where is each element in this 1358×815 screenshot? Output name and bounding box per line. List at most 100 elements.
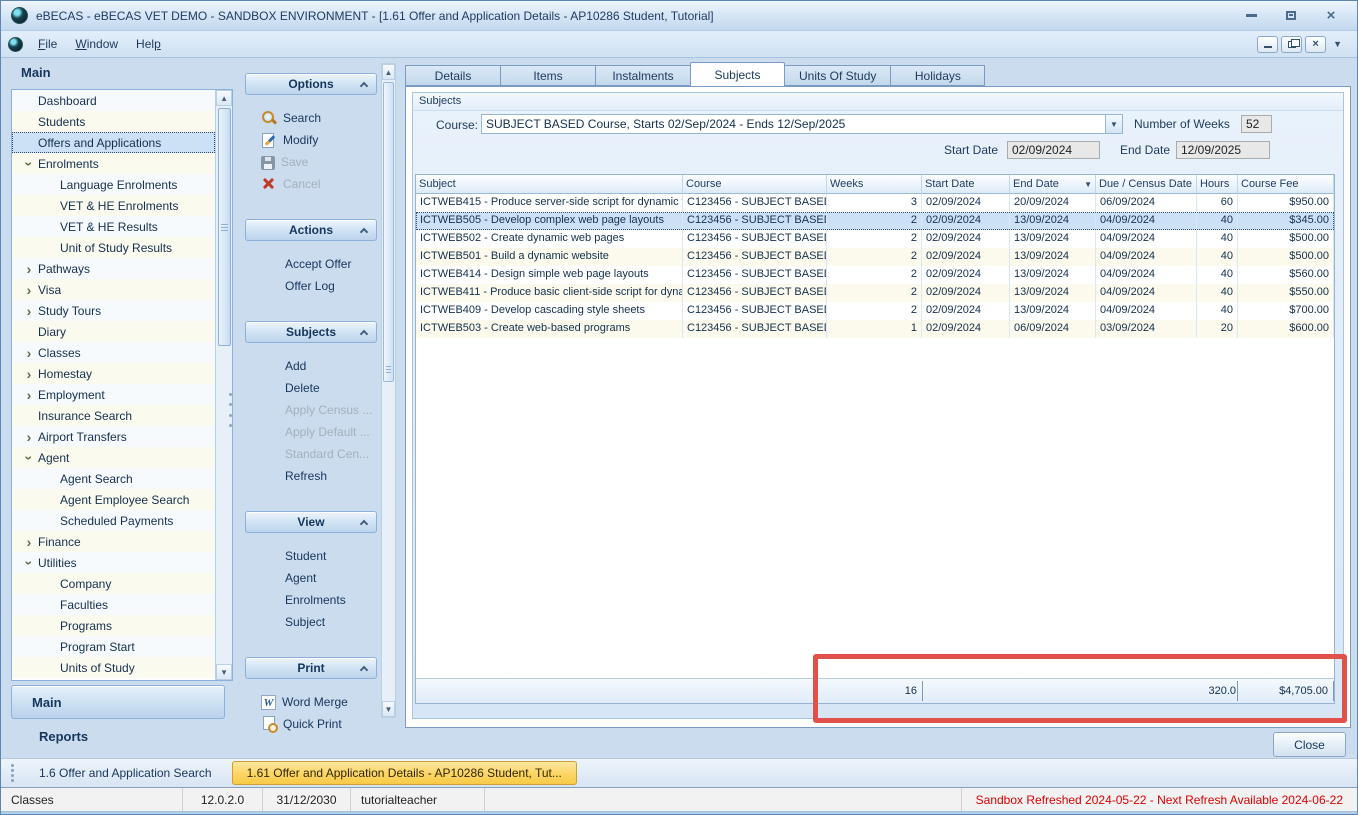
panel-scrollbar[interactable]: ▲ ▼: [381, 63, 396, 718]
end-date-field[interactable]: 12/09/2025: [1176, 141, 1270, 159]
document-tab[interactable]: 1.61 Offer and Application Details - AP1…: [232, 761, 577, 785]
restore-icon[interactable]: [1283, 9, 1299, 23]
tree-item[interactable]: Programs: [12, 615, 215, 636]
tree-expand-icon[interactable]: [20, 555, 38, 571]
tab[interactable]: Items: [500, 65, 595, 86]
tree-expand-icon[interactable]: [20, 303, 38, 319]
menu-item[interactable]: File: [29, 34, 66, 54]
scroll-down-icon[interactable]: ▼: [216, 664, 232, 680]
actions-group-header[interactable]: Actions: [245, 219, 377, 241]
subject-row[interactable]: ICTWEB411 - Produce basic client-side sc…: [416, 284, 1334, 302]
tree-item[interactable]: Agent Employee Search: [12, 489, 215, 510]
subjects-group-header[interactable]: Subjects: [245, 321, 377, 343]
start-date-field[interactable]: 02/09/2024: [1007, 141, 1100, 159]
panel-action-item[interactable]: Cancel: [245, 173, 377, 195]
tree-expand-icon[interactable]: [20, 261, 38, 277]
tree-item[interactable]: Enrolments: [12, 153, 215, 174]
scroll-thumb[interactable]: [218, 108, 231, 346]
panel-action-item[interactable]: Apply Census ...: [245, 399, 377, 421]
mdi-restore-icon[interactable]: [1281, 36, 1302, 53]
panel-action-item[interactable]: Offer Log: [245, 275, 377, 297]
tree-item[interactable]: Diary: [12, 321, 215, 342]
panel-action-item[interactable]: Save: [245, 151, 377, 173]
panel-action-item[interactable]: Refresh: [245, 465, 377, 487]
subject-row[interactable]: ICTWEB502 - Create dynamic web pages C12…: [416, 230, 1334, 248]
reports-section-button[interactable]: Reports: [11, 729, 225, 744]
panel-action-item[interactable]: Quick Print: [245, 713, 377, 735]
tabbar-grip[interactable]: [10, 764, 15, 782]
number-of-weeks-field[interactable]: 52: [1241, 115, 1272, 133]
tree-item[interactable]: Unit of Study Results: [12, 237, 215, 258]
tab[interactable]: Units Of Study: [785, 65, 890, 86]
panel-action-item[interactable]: Add: [245, 355, 377, 377]
panel-action-item[interactable]: Delete: [245, 377, 377, 399]
tree-item[interactable]: Company: [12, 573, 215, 594]
column-header-subject[interactable]: Subject: [416, 175, 683, 194]
column-header-course-fee[interactable]: Course Fee: [1238, 175, 1334, 194]
main-section-button[interactable]: Main: [11, 685, 225, 719]
mdi-minimize-icon[interactable]: [1257, 36, 1278, 53]
options-group-header[interactable]: Options: [245, 73, 377, 95]
panel-action-item[interactable]: Modify: [245, 129, 377, 151]
tree-item[interactable]: Scheduled Payments: [12, 510, 215, 531]
tab[interactable]: Details: [405, 65, 500, 86]
column-header-due-census-date[interactable]: Due / Census Date: [1096, 175, 1197, 194]
tree-item[interactable]: Visa: [12, 279, 215, 300]
document-tab[interactable]: 1.6 Offer and Application Search: [25, 762, 226, 784]
tree-item[interactable]: Pathways: [12, 258, 215, 279]
scroll-down-icon[interactable]: ▼: [382, 701, 395, 717]
tree-item[interactable]: Students: [12, 111, 215, 132]
panel-action-item[interactable]: Standard Cen...: [245, 443, 377, 465]
view-group-header[interactable]: View: [245, 511, 377, 533]
scroll-up-icon[interactable]: ▲: [382, 64, 395, 80]
tree-item[interactable]: VET & HE Enrolments: [12, 195, 215, 216]
panel-action-item[interactable]: Search: [245, 107, 377, 129]
panel-action-item[interactable]: Enrolments: [245, 589, 377, 611]
tab[interactable]: Holidays: [890, 65, 985, 86]
panel-action-item[interactable]: Agent: [245, 567, 377, 589]
panel-action-item[interactable]: Student: [245, 545, 377, 567]
tree-item[interactable]: Utilities: [12, 552, 215, 573]
subject-row[interactable]: ICTWEB415 - Produce server-side script f…: [416, 194, 1334, 212]
tree-item[interactable]: Units of Study: [12, 657, 215, 678]
tree-expand-icon[interactable]: [20, 534, 38, 550]
subject-row[interactable]: ICTWEB501 - Build a dynamic website C123…: [416, 248, 1334, 266]
tree-item[interactable]: Classes: [12, 342, 215, 363]
column-header-start-date[interactable]: Start Date: [922, 175, 1010, 194]
tree-item[interactable]: Program Start: [12, 636, 215, 657]
panel-action-item[interactable]: Subject: [245, 611, 377, 633]
tree-expand-icon[interactable]: [20, 429, 38, 445]
mdi-close-icon[interactable]: ×: [1305, 36, 1326, 53]
tree-expand-icon[interactable]: [20, 282, 38, 298]
tree-item[interactable]: Employment: [12, 384, 215, 405]
close-icon[interactable]: ×: [1323, 9, 1339, 23]
panel-action-item[interactable]: Word Merge: [245, 691, 377, 713]
tree-item[interactable]: Finance: [12, 531, 215, 552]
course-combobox[interactable]: SUBJECT BASED Course, Starts 02/Sep/2024…: [481, 114, 1123, 134]
tree-expand-icon[interactable]: [20, 345, 38, 361]
menu-item[interactable]: Window: [66, 34, 127, 54]
column-header-hours[interactable]: Hours: [1197, 175, 1238, 194]
panel-action-item[interactable]: Apply Default ...: [245, 421, 377, 443]
tree-item[interactable]: Homestay: [12, 363, 215, 384]
close-button[interactable]: Close: [1273, 732, 1346, 757]
tree-item[interactable]: Study Tours: [12, 300, 215, 321]
menu-item[interactable]: Help: [127, 34, 170, 54]
tree-expand-icon[interactable]: [20, 366, 38, 382]
panel-action-item[interactable]: Accept Offer: [245, 253, 377, 275]
tree-item[interactable]: Agent Search: [12, 468, 215, 489]
scroll-up-icon[interactable]: ▲: [216, 90, 232, 106]
tree-scrollbar[interactable]: ▲ ▼: [215, 90, 232, 680]
subject-row[interactable]: ICTWEB503 - Create web-based programs C1…: [416, 320, 1334, 338]
tree-item[interactable]: Dashboard: [12, 90, 215, 111]
dropdown-chevron-icon[interactable]: ▼: [1105, 115, 1122, 133]
minimize-icon[interactable]: [1243, 9, 1259, 23]
column-header-course[interactable]: Course: [683, 175, 827, 194]
sidebar-splitter[interactable]: [228, 393, 233, 427]
tree-item[interactable]: Language Enrolments: [12, 174, 215, 195]
tree-item[interactable]: Faculties: [12, 594, 215, 615]
tree-expand-icon[interactable]: [20, 450, 38, 466]
tree-item[interactable]: Offers and Applications: [12, 132, 215, 153]
scroll-thumb[interactable]: [383, 82, 394, 382]
mdi-menu-chevron-icon[interactable]: ▼: [1329, 39, 1346, 49]
